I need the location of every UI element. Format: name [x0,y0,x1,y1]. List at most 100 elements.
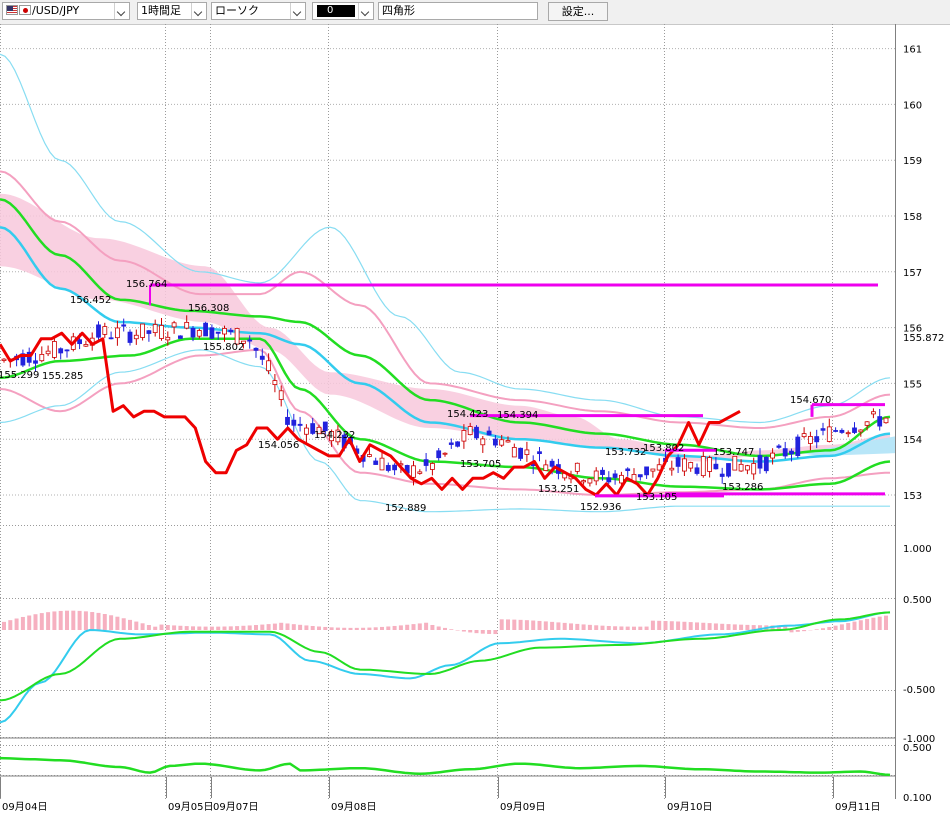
candle-body [417,471,423,474]
macd-bar [317,626,321,630]
candle-body [839,429,845,433]
candle-body [675,457,681,467]
candle-body [467,426,473,436]
candle-body [83,344,89,347]
candle-body [486,430,492,436]
macd-bar [638,626,643,630]
macd-bar [298,624,303,630]
macd-bar [20,616,25,630]
candle-body [165,336,171,341]
candle-body [96,324,101,338]
macd-bar [235,626,240,630]
macd-bar [644,626,649,630]
candle-body [864,421,870,426]
macd-bar [417,623,422,630]
price-axis-label: 161 [903,45,922,56]
macd-bar [468,630,473,633]
price-axis-label: 160 [903,100,922,111]
shape-input[interactable]: 四角形 [378,2,538,20]
macd-bar [720,623,725,630]
macd-bar [713,623,718,630]
macd-bar [342,627,347,630]
candle-body [266,360,272,372]
price-axis-label: 157 [903,268,922,279]
current-price-label: 155.872 [903,333,944,344]
macd-bar [216,626,221,630]
fx-chart[interactable]: 155.299 155.285 156.452 156.764 156.308 155.8… [0,24,950,822]
macd-bar [430,624,435,630]
date-axis-label: 09月11日 [835,801,880,813]
settings-button[interactable]: 設定... [548,2,608,21]
macd-bar [871,617,876,630]
candle-body [442,452,448,455]
macd-bar [852,621,857,630]
candle-body [297,423,303,426]
macd-bar [228,626,233,630]
candle-body [39,353,45,362]
candle-body [883,417,889,424]
candle-body [700,456,706,477]
macd-bar [858,620,863,630]
macd-bar [695,622,699,630]
candle-body [549,460,555,467]
macd-bar [165,625,170,630]
candle-body [52,341,57,358]
symbol-select[interactable]: /USD/JPY [2,2,130,20]
macd-bar [304,625,309,630]
price-annotation: 153.747 [713,447,754,458]
macd-bar [499,619,504,630]
macd-bar [354,627,359,630]
macd-bar [373,627,378,630]
macd-bar [8,620,13,630]
macd-bar [361,627,366,630]
price-annotation: 154.056 [258,440,299,451]
macd-bar [474,630,479,634]
macd-bar [323,626,328,630]
candle-body [102,326,108,335]
candle-body [159,325,164,339]
macd-bar [739,624,744,630]
macd-bar [2,621,6,630]
candle-body [184,321,190,329]
macd-bar [392,625,397,630]
candle-body [33,360,38,364]
candle-body [524,449,530,455]
macd-bar [52,611,57,630]
signal-line [0,611,891,702]
lower-axis-label: 0.100 [903,793,932,804]
macd-bar [90,612,95,630]
chart-type-select[interactable]: ローソク [211,2,306,20]
candle-body [203,322,209,337]
candle-body [833,430,838,432]
price-annotation: 155.802 [203,342,244,353]
candle-body [852,427,857,433]
macd-bar [222,626,227,630]
macd-axis-label: 0.500 [903,595,932,606]
macd-bar [461,630,466,632]
price-annotation: 153.251 [538,484,579,495]
macd-bar [247,625,252,630]
timeframe-select[interactable]: 1時間足 [137,2,207,20]
color-select[interactable]: 0 [312,2,374,20]
candle-body [795,436,801,456]
macd-bar [172,625,177,630]
macd-bar [449,629,454,630]
candle-body [770,452,775,459]
price-annotation: 154.232 [314,430,355,441]
candle-body [877,416,883,427]
candle-body [461,430,467,442]
price-axis-label: 154 [903,435,922,446]
candle-body [682,458,687,472]
macd-bar [814,629,819,630]
candle-body [505,440,511,443]
macd-bar [260,624,265,630]
macd-bar [865,618,870,630]
candle-body [146,330,152,334]
macd-bar [134,621,139,630]
macd-bar [518,619,523,630]
candle-body [190,327,196,338]
candle-body [574,462,580,472]
candle-body [713,463,719,470]
candle-body [411,465,416,478]
candle-body [511,447,517,458]
